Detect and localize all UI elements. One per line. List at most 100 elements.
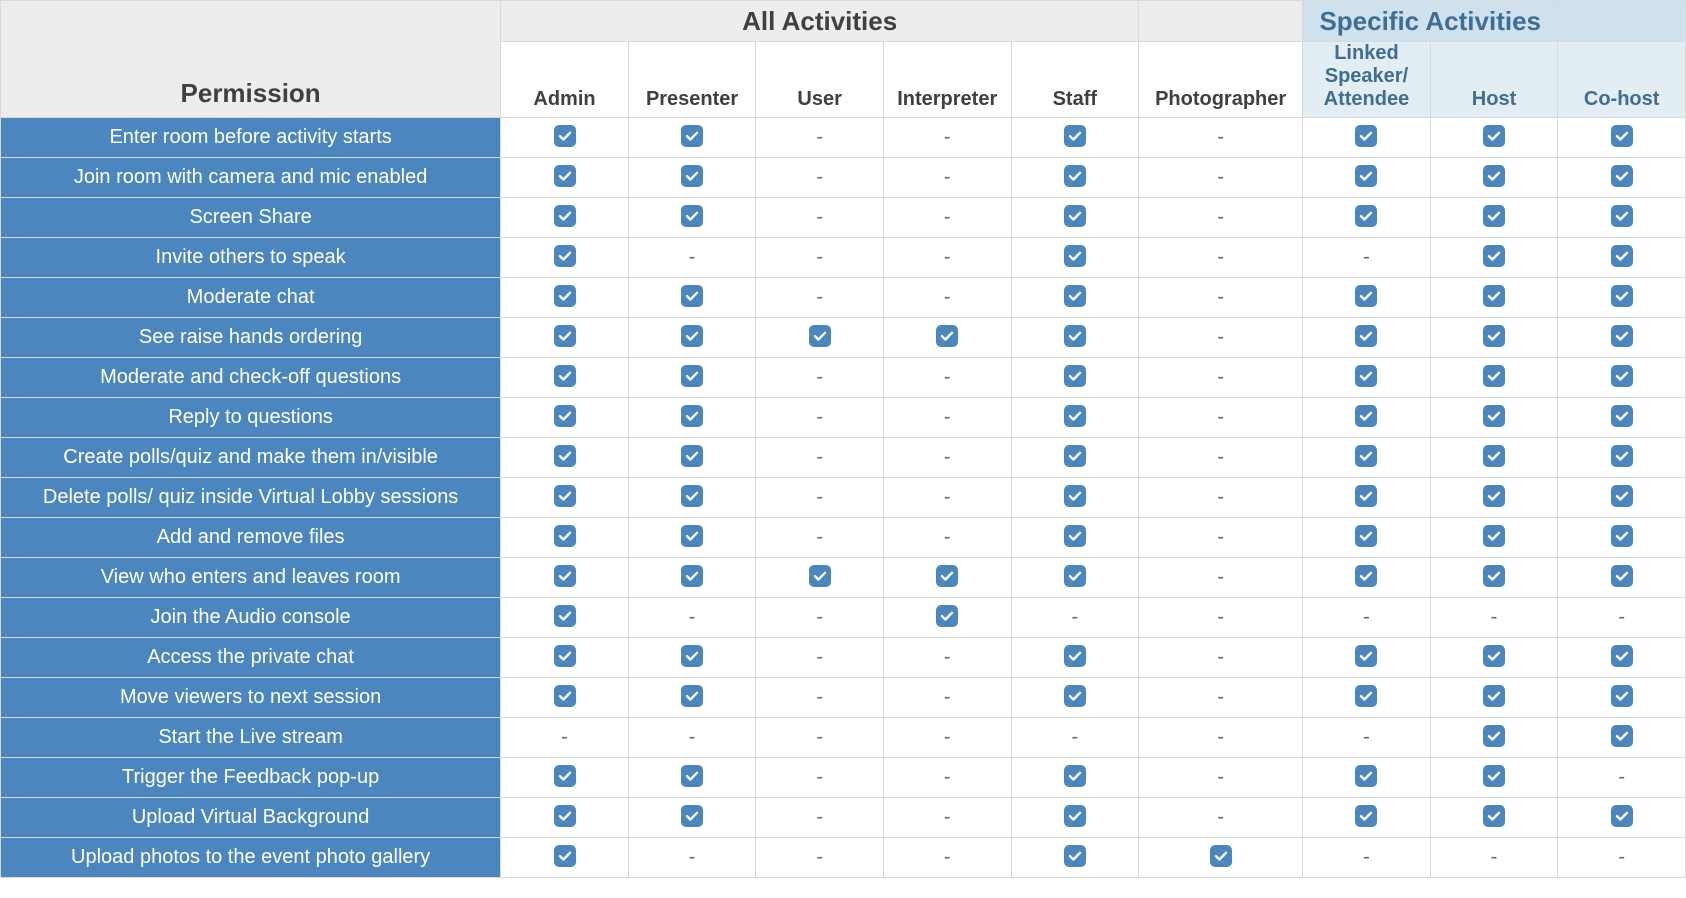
permission-value	[1011, 558, 1139, 598]
dash-icon: -	[1217, 446, 1224, 468]
permission-value: -	[1139, 558, 1303, 598]
permission-value: -	[756, 678, 884, 718]
check-icon	[681, 645, 703, 667]
permission-value	[1430, 798, 1558, 838]
table-row: Moderate and check-off questions---	[1, 358, 1686, 398]
dash-icon: -	[816, 286, 823, 308]
permission-value: -	[883, 198, 1011, 238]
group-specific-blank	[1558, 1, 1686, 42]
permission-value	[1430, 358, 1558, 398]
dash-icon: -	[1217, 526, 1224, 548]
dash-icon: -	[816, 366, 823, 388]
check-icon	[1611, 685, 1633, 707]
permission-value	[1430, 158, 1558, 198]
dash-icon: -	[1363, 606, 1370, 628]
check-icon	[1611, 125, 1633, 147]
check-icon	[1355, 805, 1377, 827]
permission-value: -	[883, 118, 1011, 158]
check-icon	[1483, 205, 1505, 227]
dash-icon: -	[689, 606, 696, 628]
permission-value	[628, 638, 756, 678]
check-icon	[1483, 445, 1505, 467]
permission-value: -	[756, 478, 884, 518]
dash-icon: -	[1618, 846, 1625, 868]
permission-value	[883, 598, 1011, 638]
check-icon	[1483, 325, 1505, 347]
permission-value	[628, 358, 756, 398]
role-header-linked: LinkedSpeaker/Attendee	[1303, 42, 1431, 118]
permission-value	[1430, 558, 1558, 598]
dash-icon: -	[1217, 686, 1224, 708]
permission-value: -	[1430, 598, 1558, 638]
check-icon	[681, 285, 703, 307]
permission-value	[1303, 398, 1431, 438]
check-icon	[1483, 245, 1505, 267]
permission-value: -	[756, 758, 884, 798]
check-icon	[1064, 445, 1086, 467]
permission-value	[1558, 478, 1686, 518]
check-icon	[681, 445, 703, 467]
permission-value: -	[1139, 718, 1303, 758]
permission-label: Upload Virtual Background	[1, 798, 501, 838]
permission-value: -	[1139, 598, 1303, 638]
dash-icon: -	[1217, 206, 1224, 228]
permission-value: -	[883, 478, 1011, 518]
permission-value: -	[756, 718, 884, 758]
permission-value: -	[1139, 478, 1303, 518]
role-header-user: User	[756, 42, 884, 118]
check-icon	[554, 405, 576, 427]
permission-value	[628, 398, 756, 438]
check-icon	[1355, 205, 1377, 227]
check-icon	[936, 325, 958, 347]
permission-value: -	[756, 358, 884, 398]
check-icon	[1064, 405, 1086, 427]
check-icon	[1611, 325, 1633, 347]
permission-value: -	[756, 118, 884, 158]
permission-value	[1303, 438, 1431, 478]
table-row: Start the Live stream-------	[1, 718, 1686, 758]
permission-value	[1303, 478, 1431, 518]
table-row: Upload photos to the event photo gallery…	[1, 838, 1686, 878]
permission-value: -	[1303, 598, 1431, 638]
permission-value: -	[883, 158, 1011, 198]
permission-label: Screen Share	[1, 198, 501, 238]
permission-value	[1303, 278, 1431, 318]
permission-value: -	[1139, 238, 1303, 278]
check-icon	[1611, 805, 1633, 827]
permission-value	[501, 198, 629, 238]
permission-value: -	[883, 238, 1011, 278]
check-icon	[1483, 565, 1505, 587]
permission-value	[628, 438, 756, 478]
permission-label: View who enters and leaves room	[1, 558, 501, 598]
check-icon	[681, 765, 703, 787]
table-row: Upload Virtual Background---	[1, 798, 1686, 838]
permission-value	[1011, 518, 1139, 558]
permission-value: -	[628, 838, 756, 878]
permission-value: -	[883, 398, 1011, 438]
dash-icon: -	[1363, 726, 1370, 748]
permission-label: Delete polls/ quiz inside Virtual Lobby …	[1, 478, 501, 518]
dash-icon: -	[816, 686, 823, 708]
permission-value	[1303, 558, 1431, 598]
permission-value	[1430, 438, 1558, 478]
permission-value	[1011, 798, 1139, 838]
permission-value	[628, 758, 756, 798]
check-icon	[554, 445, 576, 467]
dash-icon: -	[944, 246, 951, 268]
permission-value: -	[1139, 198, 1303, 238]
table-row: View who enters and leaves room -	[1, 558, 1686, 598]
dash-icon: -	[1071, 726, 1078, 748]
permission-value: -	[756, 438, 884, 478]
check-icon	[554, 565, 576, 587]
permission-value	[1430, 118, 1558, 158]
permission-value	[1558, 798, 1686, 838]
permission-label: Join the Audio console	[1, 598, 501, 638]
table-row: See raise hands ordering-	[1, 318, 1686, 358]
check-icon	[1355, 365, 1377, 387]
check-icon	[1355, 485, 1377, 507]
permission-value: -	[883, 518, 1011, 558]
permission-value: -	[756, 798, 884, 838]
dash-icon: -	[1217, 486, 1224, 508]
dash-icon: -	[816, 806, 823, 828]
permission-value	[628, 118, 756, 158]
